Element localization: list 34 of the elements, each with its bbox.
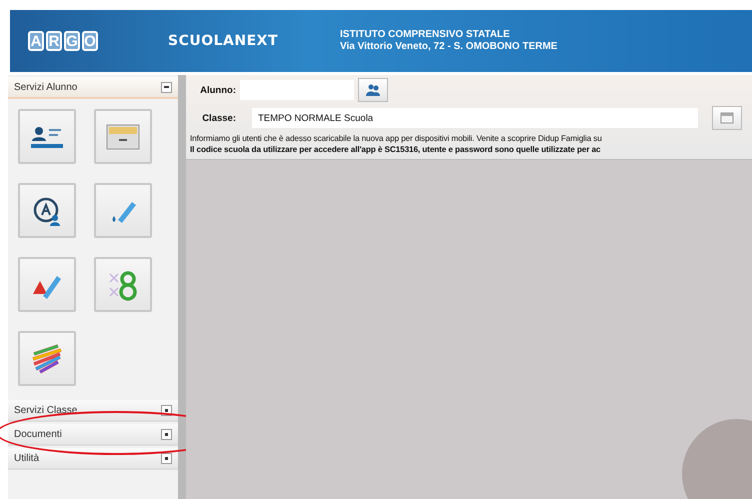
- class-label: Classe:: [201, 112, 236, 124]
- section-header[interactable]: Documenti: [8, 424, 178, 446]
- class-field[interactable]: TEMPO NORMALE Scuola: [252, 108, 698, 128]
- product-name: SCUOLANEXT: [168, 33, 278, 49]
- grade-person-icon: [32, 196, 62, 226]
- drawer-icon: [106, 124, 140, 150]
- notice-text: Informiamo gli utenti che è adesso scaricabile la nuova app per dispositivi mobili. Venite a scoprire Didup Famiglia su: [190, 133, 603, 144]
- service-tile[interactable]: [18, 183, 76, 238]
- service-tile[interactable]: [18, 331, 76, 386]
- section-header[interactable]: Servizi Classe: [8, 400, 178, 422]
- section-title: Documenti: [14, 428, 62, 440]
- calendar-icon: [720, 112, 734, 124]
- service-tile[interactable]: [94, 257, 152, 312]
- student-label: Alunno:: [199, 84, 236, 96]
- student-search-button[interactable]: [358, 78, 388, 102]
- notice-text: Il codice scuola da utilizzare per accedere all'app è SC15316, utente e password sono quelle utilizzate per ac: [190, 144, 602, 155]
- service-tile[interactable]: [18, 257, 76, 312]
- section-title: Utilità: [14, 452, 40, 464]
- expand-icon[interactable]: [161, 428, 172, 440]
- section-title: Servizi Classe: [14, 404, 78, 416]
- school-address: Via Vittorio Veneto, 72 - S. OMOBONO TERME: [340, 41, 558, 53]
- calendar-button[interactable]: [712, 106, 742, 130]
- argo-logo: A R G O: [28, 31, 98, 51]
- section-title: Servizi Alunno: [14, 82, 78, 92]
- color-strokes-icon: [30, 344, 64, 374]
- service-tile[interactable]: [94, 183, 152, 238]
- section-header[interactable]: Servizi Alunno: [8, 77, 178, 99]
- expand-icon[interactable]: [161, 452, 172, 464]
- collapse-icon[interactable]: [161, 82, 172, 92]
- school-name: ISTITUTO COMPRENSIVO STATALE: [340, 29, 511, 41]
- service-tile[interactable]: [18, 109, 76, 164]
- people-icon: [366, 84, 380, 96]
- section-header[interactable]: Utilità: [8, 448, 178, 470]
- service-tile[interactable]: [94, 109, 152, 164]
